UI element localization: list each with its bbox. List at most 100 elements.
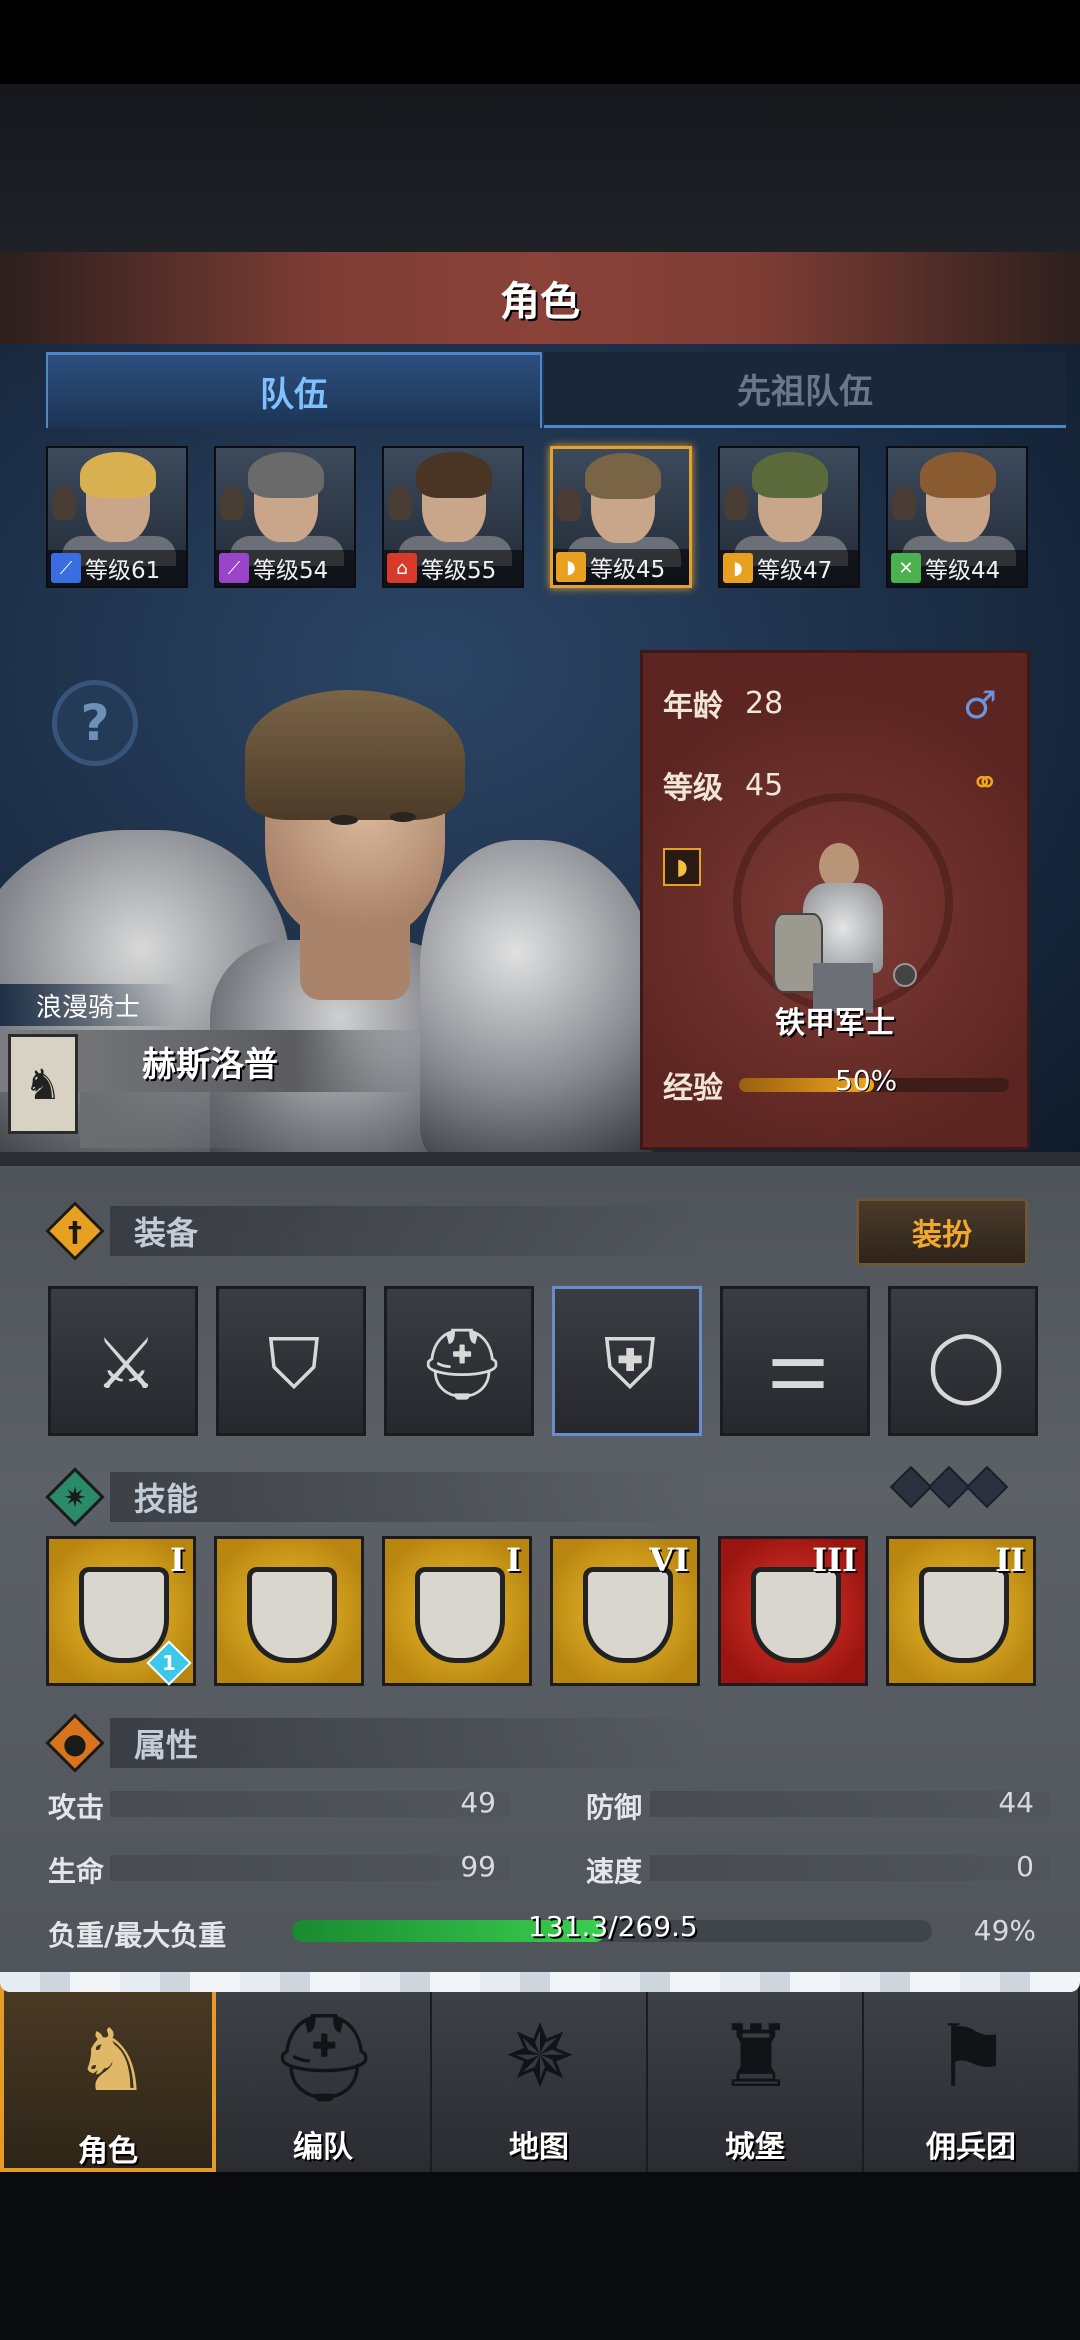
dress-up-button-label: 装扮 [912,1218,972,1253]
skills-header: ✷ 技能 [45,1467,198,1527]
status-bar [0,0,1080,84]
skill-badge-count: 1 [162,1651,176,1675]
portrait-level: 等级45 [590,557,666,583]
house-icon: ⌂ [387,553,417,583]
equipment-header-bg [110,1206,710,1256]
panel-rim [0,1152,1080,1166]
equipment-slot[interactable]: ◯ [888,1286,1038,1436]
shield-icon: ◗ [556,552,586,582]
defense-value: 44 [998,1786,1034,1819]
skill-rank: I [170,1541,185,1579]
banner-icon: ⚑ [933,2007,1011,2107]
roster-portrait[interactable]: ⟋ 等级54 [214,446,356,588]
roster-portrait[interactable]: ⌂ 等级55 [382,446,524,588]
xp-row: 经验 50% [663,1063,1009,1107]
mini-figure-icon [724,486,748,520]
page-title-text: 角色 [500,279,580,325]
xp-label: 经验 [663,1071,723,1106]
portrait-level-bar: ✕ 等级44 [888,550,1026,586]
mini-figure-icon [52,486,76,520]
portrait-level-bar: ◗ 等级45 [553,549,689,585]
mini-figure-icon [388,486,412,520]
portrait-level: 等级44 [925,558,1001,584]
equipment-slot[interactable]: ⛨ [552,1286,702,1436]
skills-header-bg [110,1472,710,1522]
nav-label: 佣兵团 [926,2130,1016,2165]
skill-slot[interactable] [214,1536,364,1686]
skill-point-diamond [889,1465,933,1509]
xp-bar: 50% [739,1064,1009,1097]
nav-compass-button[interactable]: ✵ 地图 [432,1982,648,2172]
castle-icon: ♜ [717,2007,795,2107]
portrait-level-bar: ◗ 等级47 [720,550,858,586]
tab-team-label: 队伍 [260,375,328,415]
skill-slot[interactable]: III [718,1536,868,1686]
roster-portrait[interactable]: ◗ 等级47 [718,446,860,588]
roster-portrait[interactable]: ⟋ 等级61 [46,446,188,588]
weight-label: 负重/最大负重 [48,1919,227,1952]
level-row: 等级 45 [663,763,783,807]
tab-team[interactable]: 队伍 [46,352,542,428]
nav-helmet-button[interactable]: ⛑ 编队 [216,1982,432,2172]
skill-slot[interactable]: I1 [46,1536,196,1686]
life-value: 99 [460,1850,496,1883]
roster-portrait[interactable]: ✕ 等级44 [886,446,1028,588]
nav-label: 角色 [78,2134,138,2169]
portrait-hair [248,452,324,498]
life-label: 生命 [48,1855,105,1888]
equipment-slot[interactable]: ⛑ [384,1286,534,1436]
mini-figure-icon [557,487,581,521]
lion-banner-icon[interactable]: ♞ [8,1034,78,1134]
skill-rank: VI [649,1541,689,1579]
portrait-level-bar: ⟋ 等级61 [48,550,186,586]
tab-ancestor-team[interactable]: 先祖队伍 [544,352,1066,428]
hero-name-underbar [80,1092,290,1148]
portrait-level-bar: ⌂ 等级55 [384,550,522,586]
attack-value: 49 [460,1786,496,1819]
ring-icon[interactable]: ⚭ [971,763,1000,803]
nav-castle-button[interactable]: ♜ 城堡 [648,1982,864,2172]
hero-hair [245,690,465,820]
portrait-level-bar: ⟋ 等级54 [216,550,354,586]
weight-bar: 131.3/269.5 [292,1910,932,1943]
shield-item-icon: ⛉ [267,1322,321,1405]
portrait-level: 等级61 [85,558,161,584]
equipment-slot[interactable]: ⚔ [48,1286,198,1436]
age-value: 28 [745,685,784,721]
bow-icon: ✕ [891,553,921,583]
skill-points-indicator [889,1465,1009,1509]
chest-armor-icon: ⛨ [603,1322,657,1405]
nav-banner-button[interactable]: ⚑ 佣兵团 [864,1982,1080,2172]
hero-eye-left [330,815,358,825]
hero-title-text: 浪漫骑士 [36,992,141,1023]
skill-slot[interactable]: VI [550,1536,700,1686]
helmet-icon: ⛑ [269,2007,379,2108]
knight-icon: ♞ [73,2011,151,2111]
bottom-nav: ♞ 角色 ⛑ 编队 ✵ 地图 ♜ 城堡 ⚑ 佣兵团 [0,1982,1080,2172]
compass-icon: ✵ [503,2007,577,2107]
dress-up-button[interactable]: 装扮 [856,1198,1028,1266]
skill-shield-icon [583,1567,673,1663]
hero-right-pauldron [420,840,660,1152]
equipment-slot[interactable]: ⚌ [720,1286,870,1436]
skill-rank: III [812,1541,857,1579]
nav-label: 地图 [509,2130,569,2165]
equipment-slot[interactable]: ⛉ [216,1286,366,1436]
skill-shield-icon [247,1567,337,1663]
skill-slot[interactable]: I [382,1536,532,1686]
page-title: 角色 [0,252,1080,344]
hero-name-text: 赫斯洛普 [142,1044,278,1085]
skill-rank: II [995,1541,1025,1579]
speed-value: 0 [1016,1850,1034,1883]
equipment-header: † 装备 [45,1201,198,1261]
level-label: 等级 [663,771,723,806]
portrait-hair [80,452,156,498]
helmet-icon: ⛑ [417,1322,507,1405]
nav-knight-button[interactable]: ♞ 角色 [0,1982,216,2172]
skill-slot[interactable]: II [886,1536,1036,1686]
roster-portrait[interactable]: ◗ 等级45 [550,446,692,588]
xp-percent: 50% [835,1064,898,1097]
skill-shield-icon [415,1567,505,1663]
snow-trim [0,1972,1080,1992]
portrait-level: 等级54 [253,558,329,584]
